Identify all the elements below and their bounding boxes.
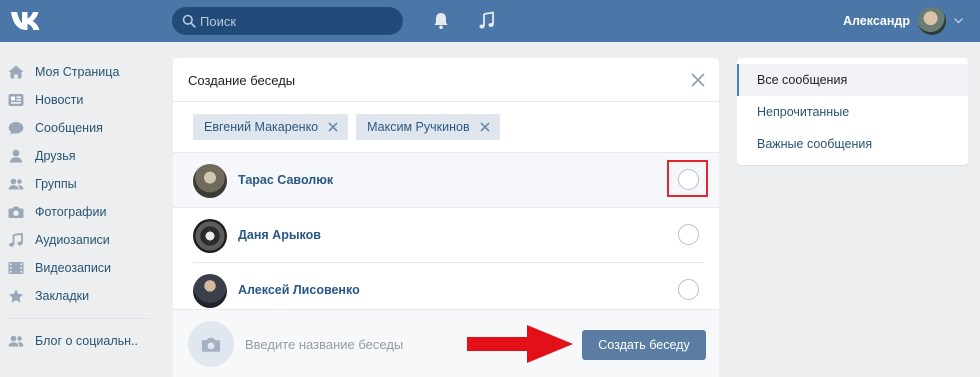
- video-icon: [8, 262, 24, 274]
- nav-label: Видеозаписи: [35, 261, 112, 275]
- red-arrow: [467, 325, 573, 363]
- nav-community-blog[interactable]: Блог о социальн..: [0, 327, 160, 355]
- contact-row[interactable]: Тарас Саволюк: [173, 153, 719, 208]
- groups-icon: [8, 178, 24, 190]
- messages-icon: [8, 122, 24, 135]
- select-radio[interactable]: [678, 279, 699, 300]
- selected-members: Евгений Макаренко Максим Ручкинов: [173, 102, 719, 153]
- nav-video[interactable]: Видеозаписи: [0, 254, 160, 282]
- contact-name: Даня Арыков: [238, 228, 321, 242]
- create-chat-dialog: Создание беседы Евгений Макаренко Максим…: [173, 58, 719, 377]
- highlight-box: [667, 160, 708, 197]
- filter-unread[interactable]: Непрочитанные: [737, 96, 968, 128]
- contact-avatar: [193, 164, 227, 198]
- chip-label: Евгений Макаренко: [204, 120, 319, 134]
- nav-divider: [7, 318, 150, 319]
- nav-friends[interactable]: Друзья: [0, 142, 160, 170]
- search-box[interactable]: [172, 7, 403, 35]
- filter-important[interactable]: Важные сообщения: [737, 128, 968, 160]
- remove-icon[interactable]: [480, 122, 490, 132]
- nav-label: Фотографии: [35, 205, 107, 219]
- group-icon: [8, 335, 24, 347]
- create-chat-button[interactable]: Создать беседу: [582, 330, 706, 360]
- messages-filter-menu: Все сообщения Непрочитанные Важные сообщ…: [737, 58, 968, 165]
- news-icon: [8, 94, 24, 106]
- nav-label: Друзья: [35, 149, 76, 163]
- remove-icon[interactable]: [328, 122, 338, 132]
- nav-messages[interactable]: Сообщения: [0, 114, 160, 142]
- chat-name-input[interactable]: [245, 330, 455, 358]
- nav-news[interactable]: Новости: [0, 86, 160, 114]
- contact-name: Алексей Лисовенко: [238, 283, 360, 297]
- top-bar: Александр: [0, 0, 980, 42]
- nav-my-page[interactable]: Моя Страница: [0, 58, 160, 86]
- left-navigation: Моя Страница Новости Сообщения Друзья Гр…: [0, 58, 160, 355]
- chat-photo-button[interactable]: [188, 321, 234, 367]
- music-icon[interactable]: [477, 11, 497, 31]
- dialog-header: Создание беседы: [173, 58, 719, 102]
- camera-icon: [201, 337, 221, 352]
- home-icon: [8, 65, 24, 79]
- nav-groups[interactable]: Группы: [0, 170, 160, 198]
- nav-label: Блог о социальн..: [35, 334, 138, 348]
- nav-audio[interactable]: Аудиозаписи: [0, 226, 160, 254]
- user-menu[interactable]: Александр: [843, 5, 963, 37]
- nav-photos[interactable]: Фотографии: [0, 198, 160, 226]
- nav-label: Аудиозаписи: [35, 233, 110, 247]
- dialog-footer: Создать беседу: [173, 309, 719, 377]
- contact-avatar: [193, 274, 227, 308]
- chip-label: Максим Ручкинов: [367, 120, 470, 134]
- nav-label: Сообщения: [35, 121, 103, 135]
- user-name: Александр: [842, 14, 910, 28]
- chevron-down-icon: [954, 18, 963, 24]
- dialog-title: Создание беседы: [188, 73, 296, 88]
- contacts-list: Тарас Саволюк Даня Арыков Алексей Лисове…: [173, 153, 719, 318]
- nav-label: Новости: [35, 93, 84, 107]
- contact-avatar: [193, 219, 227, 253]
- select-radio[interactable]: [678, 224, 699, 245]
- search-input[interactable]: [200, 7, 395, 35]
- friends-icon: [9, 149, 23, 163]
- music-icon: [9, 233, 23, 247]
- filter-all-messages[interactable]: Все сообщения: [737, 64, 968, 96]
- member-chip[interactable]: Максим Ручкинов: [356, 114, 500, 140]
- nav-bookmarks[interactable]: Закладки: [0, 282, 160, 310]
- nav-label: Группы: [35, 177, 77, 191]
- bell-icon[interactable]: [431, 11, 451, 31]
- member-chip[interactable]: Евгений Макаренко: [193, 114, 349, 140]
- contact-name: Тарас Саволюк: [238, 173, 334, 187]
- nav-label: Моя Страница: [35, 65, 120, 79]
- user-avatar: [918, 7, 946, 35]
- search-icon: [182, 14, 196, 28]
- nav-label: Закладки: [35, 289, 90, 303]
- contact-row[interactable]: Даня Арыков: [193, 208, 704, 263]
- vk-logo[interactable]: [10, 9, 40, 33]
- close-icon[interactable]: [691, 73, 705, 87]
- camera-icon: [8, 206, 24, 218]
- star-icon: [8, 289, 24, 303]
